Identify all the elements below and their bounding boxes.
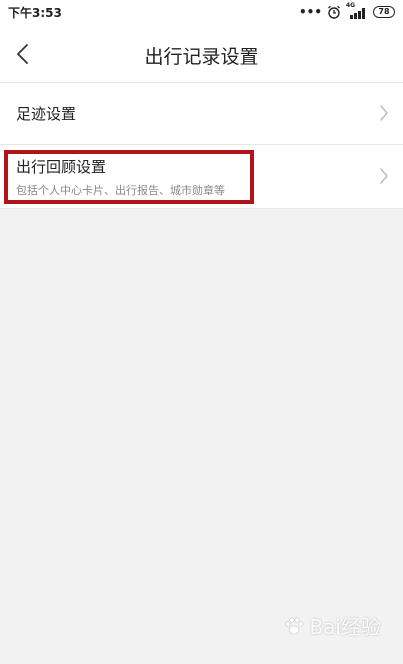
nav-bar: 出行记录设置 [0, 26, 403, 82]
status-icons: ••• 4G 78 [298, 2, 395, 21]
signal-icon: 4G [346, 2, 368, 19]
status-bar: 下午3:53 ••• 4G 78 [0, 0, 403, 26]
chevron-right-icon [380, 168, 388, 184]
alarm-icon [328, 5, 340, 19]
paw-logo-icon [285, 616, 304, 634]
watermark: Bai经验 [283, 611, 381, 640]
chevron-right-icon [380, 105, 388, 121]
highlight-annotation-box [4, 150, 254, 204]
footprint-settings-row[interactable]: 足迹设置 [0, 83, 403, 144]
divider [0, 208, 403, 209]
battery-icon: 78 [373, 6, 395, 18]
status-time: 下午3:53 [8, 6, 62, 20]
watermark-text: Bai经验 [309, 615, 381, 639]
footprint-settings-label: 足迹设置 [16, 105, 77, 123]
notification-dots: ••• [298, 5, 322, 19]
page-title: 出行记录设置 [144, 46, 259, 68]
